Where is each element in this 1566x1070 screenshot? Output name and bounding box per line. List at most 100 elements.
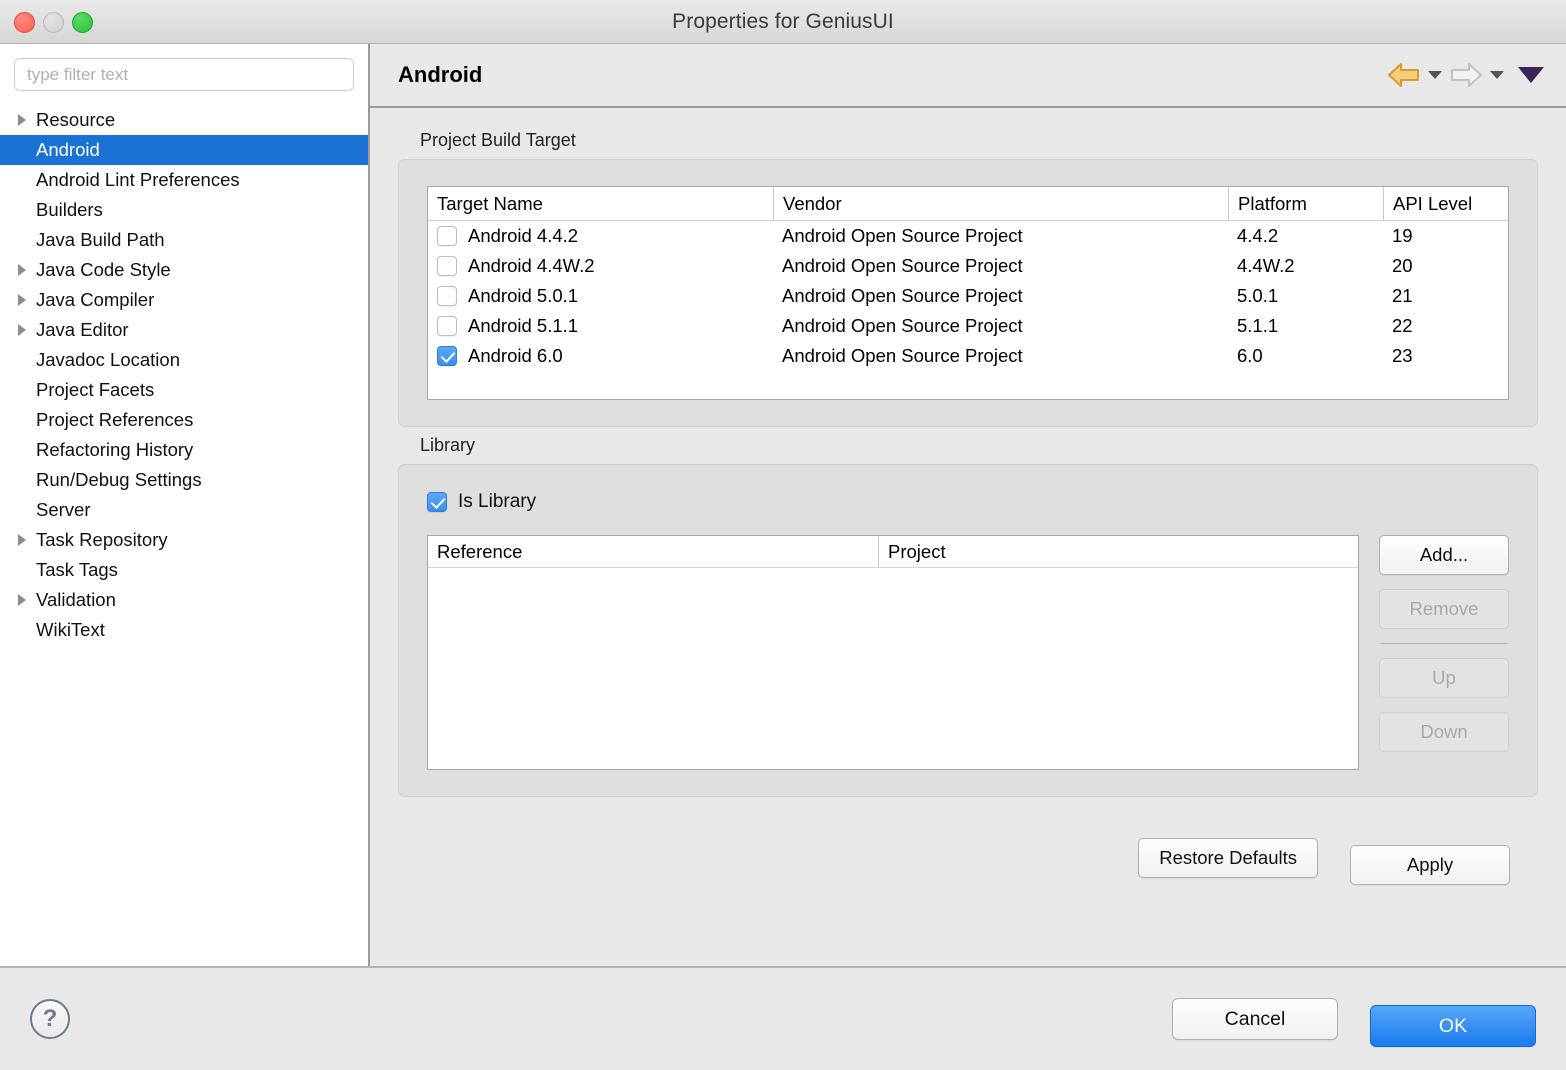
column-header-api-level[interactable]: API Level <box>1383 187 1508 220</box>
table-row[interactable]: Android 5.0.1 Android Open Source Project… <box>428 281 1508 311</box>
sidebar-item-java-compiler[interactable]: Java Compiler <box>0 285 368 315</box>
target-name-label: Android 5.0.1 <box>468 285 578 307</box>
forward-arrow-icon <box>1449 61 1483 89</box>
sidebar-item-javadoc-location[interactable]: Javadoc Location <box>0 345 368 375</box>
sidebar-item-label: Task Tags <box>36 561 118 580</box>
sidebar-item-resource[interactable]: Resource <box>0 105 368 135</box>
target-checkbox[interactable] <box>437 346 457 366</box>
column-header-project[interactable]: Project <box>878 536 1358 567</box>
sidebar-item-label: Java Editor <box>36 321 129 340</box>
content-header: Android <box>370 44 1566 108</box>
library-label: Library <box>420 435 1538 456</box>
library-group: Library Is Library Reference Project <box>398 435 1538 797</box>
sidebar-item-label: Run/Debug Settings <box>36 471 202 490</box>
is-library-row[interactable]: Is Library <box>427 491 1509 513</box>
sidebar-item-refactoring-history[interactable]: Refactoring History <box>0 435 368 465</box>
platform-cell: 6.0 <box>1228 341 1383 371</box>
settings-sidebar: Resource Android Android Lint PreferencesB… <box>0 44 370 966</box>
column-header-vendor[interactable]: Vendor <box>773 187 1228 220</box>
add-button[interactable]: Add... <box>1379 535 1509 575</box>
vendor-cell: Android Open Source Project <box>773 251 1228 281</box>
library-table-header: Reference Project <box>428 536 1358 568</box>
forward-history-caret-icon[interactable] <box>1490 71 1504 79</box>
build-target-table-body: Android 4.4.2Android Open Source Project… <box>428 221 1508 371</box>
help-question-icon[interactable]: ? <box>30 999 70 1039</box>
vendor-cell: Android Open Source Project <box>773 281 1228 311</box>
remove-button[interactable]: Remove <box>1379 589 1509 629</box>
chevron-right-icon[interactable] <box>16 323 36 337</box>
sidebar-item-project-facets[interactable]: Project Facets <box>0 375 368 405</box>
column-header-target-name[interactable]: Target Name <box>428 187 773 220</box>
zoom-button[interactable] <box>72 12 93 33</box>
back-history-caret-icon[interactable] <box>1428 71 1442 79</box>
target-name-cell: Android 4.4W.2 <box>428 251 773 281</box>
target-name-cell: Android 5.0.1 <box>428 281 773 311</box>
chevron-right-icon[interactable] <box>16 533 36 547</box>
platform-cell: 4.4W.2 <box>1228 251 1383 281</box>
target-name-label: Android 4.4W.2 <box>468 255 595 277</box>
sidebar-item-java-editor[interactable]: Java Editor <box>0 315 368 345</box>
sidebar-item-java-code-style[interactable]: Java Code Style <box>0 255 368 285</box>
window-controls <box>14 0 93 44</box>
target-name-cell: Android 5.1.1 <box>428 311 773 341</box>
platform-cell: 4.4.2 <box>1228 221 1383 251</box>
sidebar-item-server[interactable]: Server <box>0 495 368 525</box>
down-button[interactable]: Down <box>1379 712 1509 752</box>
sidebar-item-run-debug-settings[interactable]: Run/Debug Settings <box>0 465 368 495</box>
sidebar-item-builders[interactable]: Builders <box>0 195 368 225</box>
project-build-target-panel: Target Name Vendor Platform API Level An… <box>398 159 1538 427</box>
sidebar-item-android-lint-preferences[interactable]: Android Lint Preferences <box>0 165 368 195</box>
back-arrow-icon[interactable] <box>1387 61 1421 89</box>
sidebar-item-label: WikiText <box>36 621 105 640</box>
up-button[interactable]: Up <box>1379 658 1509 698</box>
content-action-buttons: Restore Defaults Apply <box>398 805 1538 907</box>
sidebar-item-label: Android <box>36 141 100 160</box>
sidebar-item-project-references[interactable]: Project References <box>0 405 368 435</box>
navigation-tools <box>1387 61 1544 89</box>
table-row[interactable]: Android 5.1.1Android Open Source Project… <box>428 311 1508 341</box>
chevron-right-icon[interactable] <box>16 293 36 307</box>
table-row[interactable]: Android 4.4.2Android Open Source Project… <box>428 221 1508 251</box>
build-target-table-filler <box>428 371 1508 399</box>
sidebar-item-label: Task Repository <box>36 531 168 550</box>
table-row[interactable]: Android 6.0Android Open Source Project6.… <box>428 341 1508 371</box>
sidebar-item-java-build-path[interactable]: Java Build Path <box>0 225 368 255</box>
vendor-cell: Android Open Source Project <box>773 221 1228 251</box>
restore-defaults-button[interactable]: Restore Defaults <box>1138 838 1318 878</box>
view-menu-caret-icon[interactable] <box>1518 67 1544 83</box>
sidebar-item-task-tags[interactable]: Task Tags <box>0 555 368 585</box>
target-checkbox[interactable] <box>437 286 457 306</box>
sidebar-item-label: Server <box>36 501 91 520</box>
sidebar-item-task-repository[interactable]: Task Repository <box>0 525 368 555</box>
content-scroll: Project Build Target Target Name Vendor … <box>370 108 1566 966</box>
column-header-reference[interactable]: Reference <box>428 536 878 567</box>
footer-action-buttons: Cancel OK <box>1172 991 1536 1047</box>
ok-button[interactable]: OK <box>1370 1005 1536 1047</box>
dialog-footer: ? Cancel OK <box>0 966 1566 1070</box>
chevron-right-icon[interactable] <box>16 113 36 127</box>
apply-button[interactable]: Apply <box>1350 845 1510 885</box>
sidebar-item-validation[interactable]: Validation <box>0 585 368 615</box>
is-library-checkbox[interactable] <box>427 492 447 512</box>
chevron-right-icon[interactable] <box>16 263 36 277</box>
cancel-button[interactable]: Cancel <box>1172 998 1338 1040</box>
sidebar-item-label: Validation <box>36 591 116 610</box>
close-button[interactable] <box>14 12 35 33</box>
library-buttons-separator <box>1381 643 1507 644</box>
target-checkbox[interactable] <box>437 226 457 246</box>
column-header-platform[interactable]: Platform <box>1228 187 1383 220</box>
dialog-body: ResourceAndroidAndroid Lint PreferencesB… <box>0 44 1566 966</box>
minimize-button[interactable] <box>43 12 64 33</box>
filter-input[interactable] <box>14 58 354 91</box>
table-row[interactable]: Android 4.4W.2 Android Open Source Projec… <box>428 251 1508 281</box>
api-level-cell: 20 <box>1383 251 1508 281</box>
project-build-target-label: Project Build Target <box>420 130 1538 151</box>
library-reference-table[interactable]: Reference Project <box>427 535 1359 770</box>
library-reference-area: Reference Project Add... Remove Up D <box>427 535 1509 770</box>
sidebar-item-android[interactable]: Android <box>0 135 368 165</box>
sidebar-item-wikitext[interactable]: WikiText <box>0 615 368 645</box>
platform-cell: 5.0.1 <box>1228 281 1383 311</box>
target-checkbox[interactable] <box>437 256 457 276</box>
target-checkbox[interactable] <box>437 316 457 336</box>
chevron-right-icon[interactable] <box>16 593 36 607</box>
